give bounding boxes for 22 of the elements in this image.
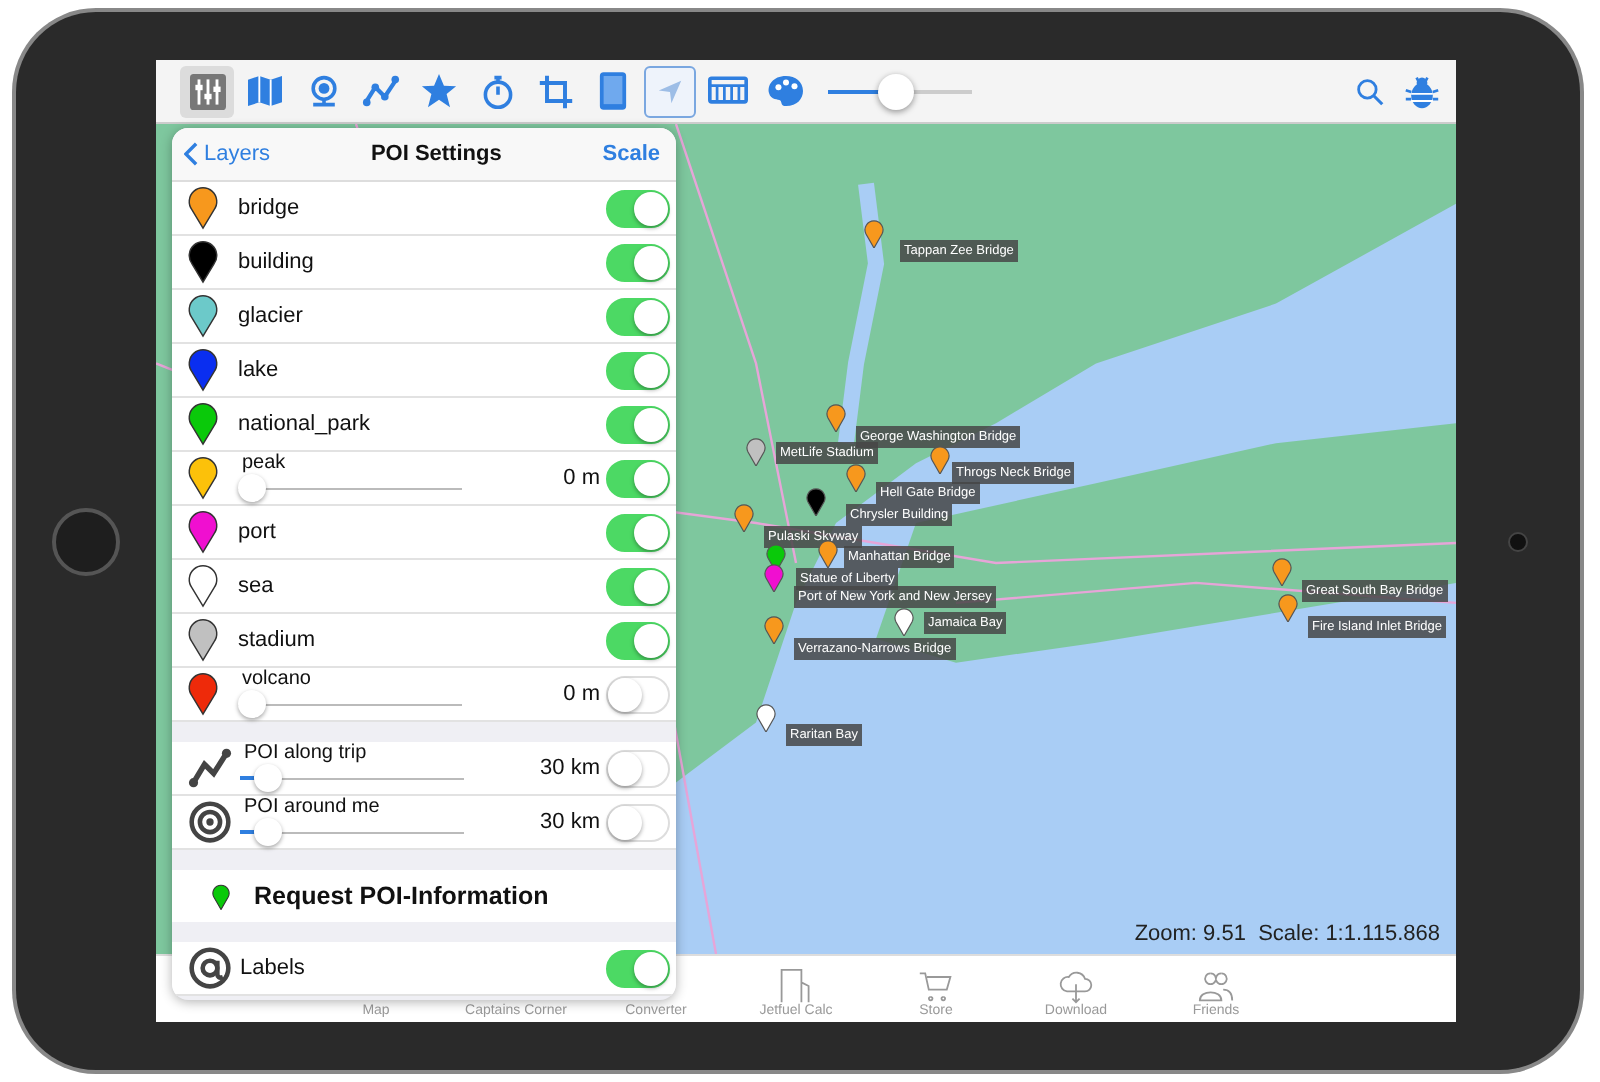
distance-reading: 0 m xyxy=(561,682,600,706)
zoom-scale-readout: Zoom: 9.51 Scale: 1:1.115.868 xyxy=(1134,922,1440,946)
labels-label: Labels xyxy=(240,956,307,980)
distance-reading: 0 m xyxy=(561,466,600,490)
poi-type-label: stadium xyxy=(238,628,318,652)
poi-type-label: sea xyxy=(238,574,276,598)
poi-type-label: lake xyxy=(238,358,281,382)
proximity-label: POI along trip xyxy=(242,742,369,764)
poi-type-label: peak xyxy=(240,452,288,474)
poi-type-label: port xyxy=(238,520,278,544)
back-button[interactable]: Layers xyxy=(184,142,271,166)
poi-type-label: national_park xyxy=(238,412,373,436)
poi-type-label: bridge xyxy=(238,196,302,220)
poi-type-label: building xyxy=(238,250,316,274)
scale-button[interactable]: Scale xyxy=(602,142,660,166)
proximity-label: POI around me xyxy=(242,796,382,818)
distance-reading: 30 km xyxy=(538,810,600,834)
poi-type-label: glacier xyxy=(238,304,305,328)
panel-title: POI Settings xyxy=(370,142,502,166)
distance-reading: 30 km xyxy=(538,756,600,780)
poi-type-label: volcano xyxy=(240,668,313,690)
request-poi-button[interactable]: Request POI-Information xyxy=(172,870,676,922)
